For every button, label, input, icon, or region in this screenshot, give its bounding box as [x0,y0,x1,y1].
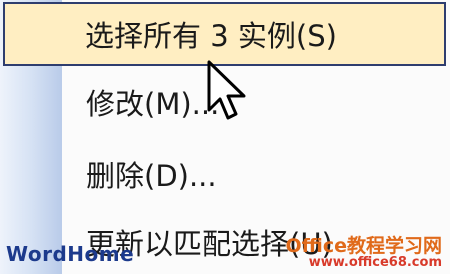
menu-item-select-all-instances[interactable]: 选择所有 3 实例(S) [3,2,446,66]
office68-watermark: Office教程学习网 www.office68.com [286,236,443,270]
mouse-pointer-icon [207,60,246,120]
menu-item-label: 选择所有 3 实例(S) [85,19,337,53]
menu-item-label: 修改(M)... [86,87,220,121]
watermark-url: www.office68.com [308,255,442,270]
wordhome-watermark: WordHome [6,242,135,266]
context-menu: 选择所有 3 实例(S) 修改(M)... 删除(D)... 更新以匹配选择(U… [0,0,450,274]
watermark-title: Office教程学习网 [285,235,443,257]
menu-item-label: 删除(D)... [86,159,217,193]
menu-item-delete[interactable]: 删除(D)... [0,144,450,204]
